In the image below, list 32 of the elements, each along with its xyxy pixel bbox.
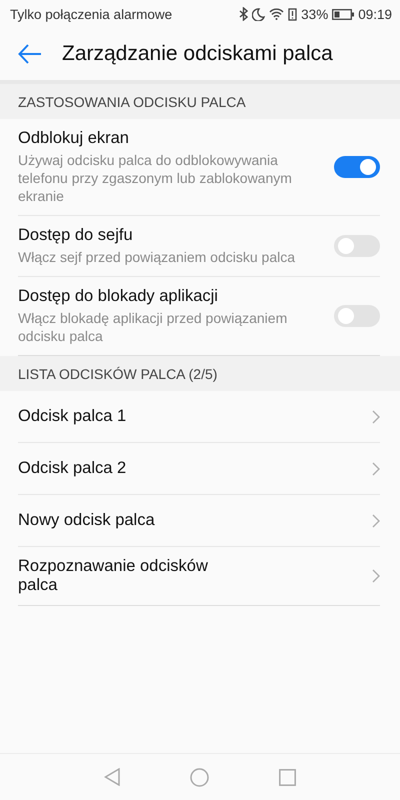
- setting-description: Włącz blokadę aplikacji przed powiązaniem odcisku palca: [18, 309, 288, 345]
- back-arrow-icon[interactable]: [18, 44, 42, 64]
- back-icon[interactable]: [104, 768, 120, 786]
- setting-title: Odblokuj ekran: [18, 129, 130, 148]
- toggle-switch[interactable]: [334, 156, 380, 178]
- section-header: ZASTOSOWANIA ODCISKU PALCA: [18, 94, 246, 110]
- home-icon[interactable]: [190, 768, 209, 786]
- recents-icon[interactable]: [279, 768, 296, 786]
- setting-title: Dostęp do blokady aplikacji: [18, 287, 219, 306]
- setting-description: Używaj odcisku palca do odblokowywania telefonu przy zgaszonym lub zablokowanym ekranie: [18, 151, 293, 205]
- wifi-icon: [269, 8, 284, 20]
- setting-title: Dostęp do sejfu: [18, 226, 134, 245]
- chevron-right-icon: [372, 410, 380, 424]
- chevron-right-icon: [372, 569, 380, 583]
- chevron-right-icon: [372, 514, 380, 528]
- battery-alert-icon: [288, 8, 298, 20]
- setting-title: Rozpoznawanie odcisków palca: [18, 557, 209, 595]
- battery-percent: 33%: [301, 6, 328, 22]
- moon-icon: [252, 8, 266, 20]
- setting-title: Nowy odcisk palca: [18, 511, 156, 530]
- battery-icon: [332, 8, 354, 20]
- bluetooth-icon: [239, 7, 248, 21]
- clock-time: 09:19: [358, 6, 392, 22]
- carrier-text: Tylko połączenia alarmowe: [10, 6, 174, 22]
- chevron-right-icon: [372, 462, 380, 476]
- screen-title: Zarządzanie odciskami palca: [62, 42, 333, 66]
- toggle-switch[interactable]: [334, 235, 380, 257]
- setting-description: Włącz sejf przed powiązaniem odcisku palca: [18, 248, 296, 266]
- section-header: LISTA ODCISKÓW PALCA (2/5): [18, 366, 218, 382]
- setting-title: Odcisk palca 1: [18, 407, 128, 426]
- toggle-switch[interactable]: [334, 305, 380, 327]
- setting-title: Odcisk palca 2: [18, 459, 128, 478]
